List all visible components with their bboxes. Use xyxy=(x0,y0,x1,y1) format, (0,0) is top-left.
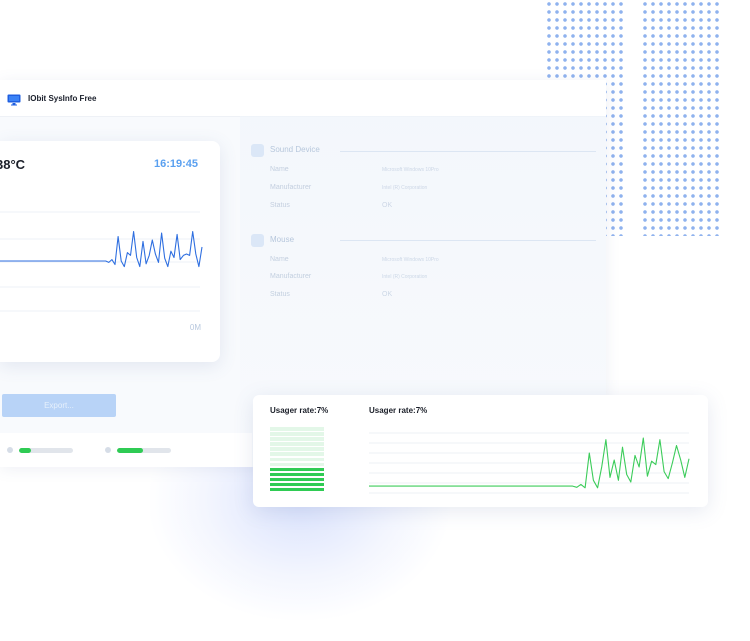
divider xyxy=(340,151,596,152)
dot-pattern-right xyxy=(641,0,721,236)
gauge-segment xyxy=(270,457,324,462)
status-dot xyxy=(105,447,111,453)
progress-row xyxy=(0,433,252,467)
progress-fill xyxy=(117,448,143,453)
axis-label: 0M xyxy=(189,323,201,332)
field-value: Intel (R) Corporation xyxy=(382,274,428,280)
field-label: Name xyxy=(270,256,289,263)
mouse-icon xyxy=(251,234,264,247)
temperature-card: 38°C 16:19:45 0M xyxy=(0,141,220,362)
progress-bar xyxy=(117,448,171,453)
temperature-line xyxy=(0,231,203,268)
gauge-segment xyxy=(270,477,324,482)
field-label: Manufacturer xyxy=(270,184,312,191)
export-button[interactable]: Export... xyxy=(2,394,116,417)
temperature-chart xyxy=(0,211,203,312)
progress-bar xyxy=(19,448,73,453)
title-bar: IObit SysInfo Free xyxy=(0,80,606,117)
sound-device-icon xyxy=(251,144,264,157)
gauge-segment xyxy=(270,487,324,492)
field-value: OK xyxy=(382,202,393,209)
section-title: Sound Device xyxy=(270,145,320,154)
usage-gauge xyxy=(270,427,324,493)
app-title: IObit SysInfo Free xyxy=(28,94,97,103)
gauge-segment xyxy=(270,452,324,456)
gauge-segment xyxy=(270,482,324,487)
gauge-segment xyxy=(270,462,324,467)
section-title: Mouse xyxy=(270,235,295,244)
field-label: Manufacturer xyxy=(270,273,312,280)
field-label: Status xyxy=(270,202,290,209)
monitor-icon xyxy=(7,93,21,111)
field-value: Microsoft Windows 10Pro xyxy=(382,257,439,263)
usage-card: Usager rate:7% Usager rate:7% xyxy=(253,395,708,507)
divider xyxy=(340,240,596,241)
gauge-segment xyxy=(270,437,324,441)
gauge-segment xyxy=(270,427,324,431)
field-value: Intel (R) Corporation xyxy=(382,185,428,191)
gauge-segment xyxy=(270,467,324,472)
usage-chart xyxy=(369,432,690,494)
temperature-value: 38°C xyxy=(0,157,26,172)
field-value: OK xyxy=(382,291,393,298)
status-dot xyxy=(7,447,13,453)
field-label: Name xyxy=(270,166,289,173)
temperature-time: 16:19:45 xyxy=(153,158,198,170)
field-value: Microsoft Windows 10Pro xyxy=(382,167,439,173)
graph-label: Usager rate:7% xyxy=(369,406,428,415)
gauge-label: Usager rate:7% xyxy=(270,406,329,415)
gauge-segment xyxy=(270,472,324,477)
gauge-segment xyxy=(270,447,324,451)
gauge-segment xyxy=(270,442,324,446)
progress-fill xyxy=(19,448,31,453)
field-label: Status xyxy=(270,291,290,298)
gauge-segment xyxy=(270,432,324,436)
